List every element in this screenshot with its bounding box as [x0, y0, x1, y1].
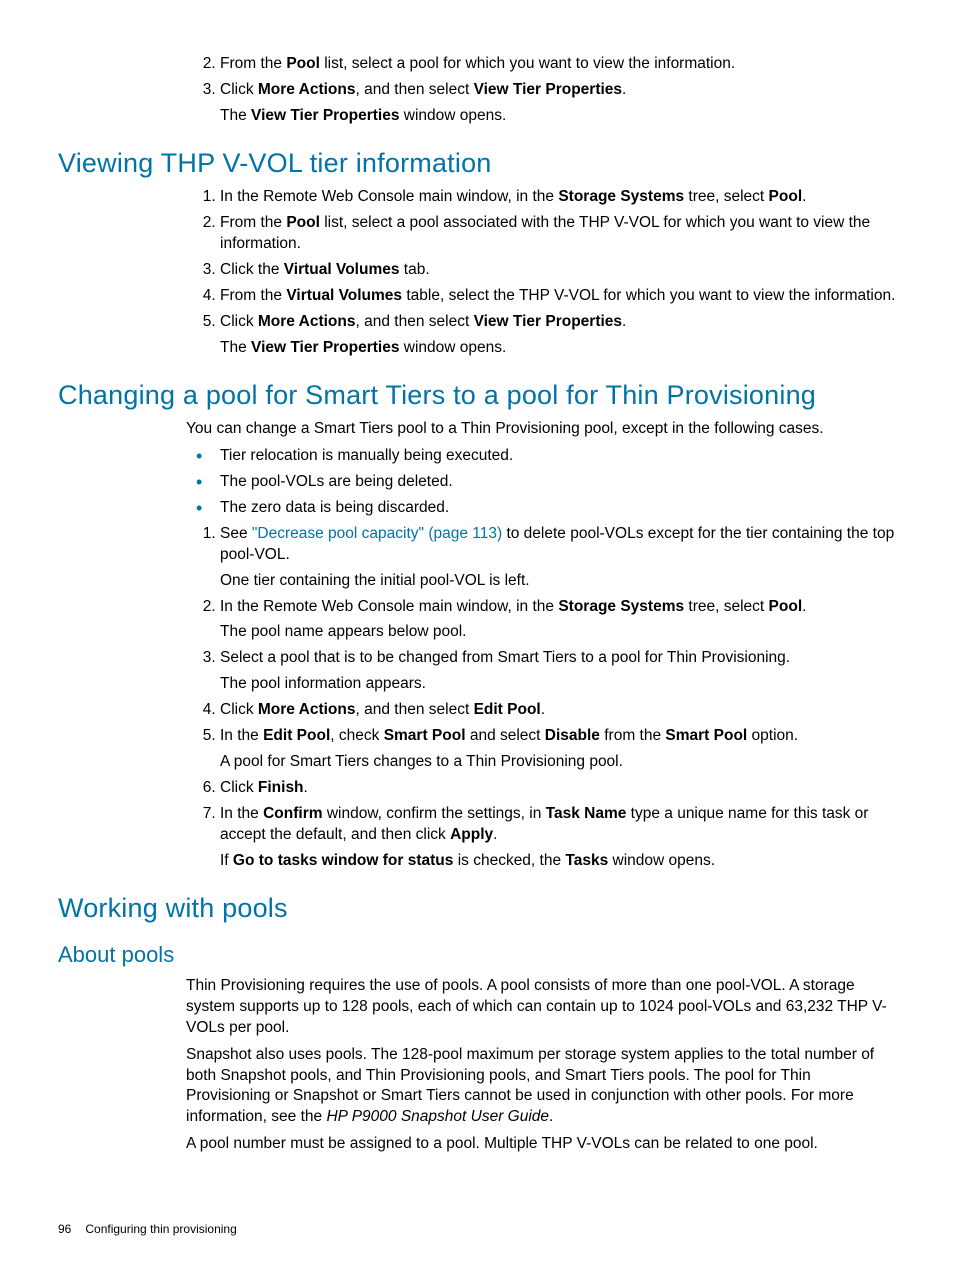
- heading-vvol: Viewing THP V-VOL tier information: [58, 145, 896, 181]
- step: Click the Virtual Volumes tab.: [220, 260, 896, 281]
- about-para-2: Snapshot also uses pools. The 128-pool m…: [186, 1045, 896, 1129]
- footer-title: Configuring thin provisioning: [85, 1222, 236, 1236]
- step: From the Virtual Volumes table, select t…: [220, 286, 896, 307]
- change-bullet-list: Tier relocation is manually being execut…: [58, 446, 896, 519]
- heading-change: Changing a pool for Smart Tiers to a poo…: [58, 377, 896, 413]
- vvol-steps-list: In the Remote Web Console main window, i…: [58, 187, 896, 358]
- step: Click More Actions, and then select View…: [220, 80, 896, 127]
- step: From the Pool list, select a pool for wh…: [220, 54, 896, 75]
- step: From the Pool list, select a pool associ…: [220, 213, 896, 255]
- step-note: One tier containing the initial pool-VOL…: [220, 571, 896, 592]
- step-note: The pool information appears.: [220, 674, 896, 695]
- step: In the Remote Web Console main window, i…: [220, 597, 896, 644]
- bullet-item: The pool-VOLs are being deleted.: [220, 472, 896, 493]
- bullet-item: The zero data is being discarded.: [220, 498, 896, 519]
- top-steps-list: From the Pool list, select a pool for wh…: [58, 54, 896, 127]
- heading-about: About pools: [58, 940, 896, 970]
- step: In the Confirm window, confirm the setti…: [220, 804, 896, 872]
- bullet-item: Tier relocation is manually being execut…: [220, 446, 896, 467]
- step-note: The View Tier Properties window opens.: [220, 338, 896, 359]
- step: Click More Actions, and then select View…: [220, 312, 896, 359]
- heading-working: Working with pools: [58, 890, 896, 926]
- step-note: The pool name appears below pool.: [220, 622, 896, 643]
- step: Select a pool that is to be changed from…: [220, 648, 896, 695]
- step: Click Finish.: [220, 778, 896, 799]
- step-note: A pool for Smart Tiers changes to a Thin…: [220, 752, 896, 773]
- step: See "Decrease pool capacity" (page 113) …: [220, 524, 896, 592]
- about-para-3: A pool number must be assigned to a pool…: [186, 1134, 896, 1155]
- doc-ref: HP P9000 Snapshot User Guide: [326, 1108, 549, 1125]
- change-intro: You can change a Smart Tiers pool to a T…: [186, 419, 896, 440]
- step: Click More Actions, and then select Edit…: [220, 700, 896, 721]
- page-number: 96: [58, 1222, 71, 1236]
- page-footer: 96 Configuring thin provisioning: [58, 1221, 237, 1237]
- step-note: The View Tier Properties window opens.: [220, 106, 896, 127]
- step-note: If Go to tasks window for status is chec…: [220, 851, 896, 872]
- step: In the Remote Web Console main window, i…: [220, 187, 896, 208]
- link-decrease-pool[interactable]: "Decrease pool capacity" (page 113): [252, 525, 502, 542]
- about-para-1: Thin Provisioning requires the use of po…: [186, 976, 896, 1039]
- change-steps-list: See "Decrease pool capacity" (page 113) …: [58, 524, 896, 872]
- step: In the Edit Pool, check Smart Pool and s…: [220, 726, 896, 773]
